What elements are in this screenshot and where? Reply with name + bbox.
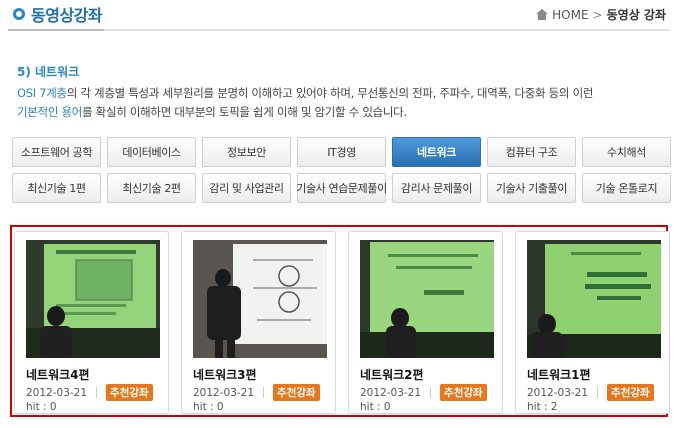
breadcrumb-separator: > <box>592 7 603 22</box>
tab-latest-tech-2[interactable]: 최신기술 2편 <box>107 173 196 203</box>
tab-tech-ontology[interactable]: 기술 온톨로지 <box>582 173 671 203</box>
breadcrumb: HOME > 동영상 강좌 <box>536 6 666 23</box>
lecture-date: 2012-03-21 <box>193 386 255 399</box>
lecture-card[interactable]: 네트워크3편 2012-03-21 추천강좌 hit : 0 <box>181 231 336 414</box>
tab-row-1: 소프트웨어 공학 데이터베이스 정보보안 IT경영 네트워크 컴퓨터 구조 수치… <box>12 137 674 167</box>
lecture-hit-count: hit : 2 <box>527 401 558 413</box>
lecture-date: 2012-03-21 <box>527 386 589 399</box>
lecture-card[interactable]: 네트워크1편 2012-03-21 추천강좌 hit : 2 <box>515 231 670 414</box>
tab-auditor-problems[interactable]: 감리사 문제풀이 <box>392 173 481 203</box>
page-header: 동영상강좌 HOME > 동영상 강좌 <box>0 0 678 31</box>
recommended-badge: 추천강좌 <box>607 384 654 401</box>
intro-highlight-terms: 기본적인 용어 <box>17 105 83 119</box>
lecture-date: 2012-03-21 <box>360 386 422 399</box>
category-intro: 5) 네트워크 OSI 7계층의 각 계층별 특성과 세부원리를 분명히 이해하… <box>17 63 672 122</box>
breadcrumb-current: 동영상 강좌 <box>606 8 666 22</box>
recommended-badge: 추천강좌 <box>106 384 153 401</box>
home-icon[interactable] <box>536 9 549 20</box>
recommended-badge: 추천강좌 <box>440 384 487 401</box>
tab-numerical-analysis[interactable]: 수치해석 <box>582 137 671 167</box>
lecture-meta: 2012-03-21 추천강좌 <box>26 384 153 401</box>
meta-divider <box>263 387 265 398</box>
lecture-title[interactable]: 네트워크4편 <box>26 366 90 383</box>
lecture-date: 2012-03-21 <box>26 386 88 399</box>
lecture-meta: 2012-03-21 추천강좌 <box>360 384 487 401</box>
tab-pe-practice-problems[interactable]: 기술사 연습문제풀이 <box>296 173 387 203</box>
lecture-hit-count: hit : 0 <box>26 401 57 413</box>
recommended-badge: 추천강좌 <box>273 384 320 401</box>
lecture-thumbnail[interactable] <box>527 240 661 358</box>
tab-audit-project-management[interactable]: 감리 및 사업관리 <box>202 173 291 203</box>
page-title: 동영상강좌 <box>31 6 103 25</box>
lecture-meta: 2012-03-21 추천강좌 <box>527 384 654 401</box>
lecture-title[interactable]: 네트워크3편 <box>193 366 257 383</box>
intro-text-part2: 를 확실히 이해하면 대부분의 토픽을 쉽게 이해 및 암기할 수 있습니다. <box>82 105 407 119</box>
tab-security[interactable]: 정보보안 <box>202 137 291 167</box>
lecture-thumbnail[interactable] <box>193 240 327 358</box>
meta-divider <box>96 387 98 398</box>
tab-software-engineering[interactable]: 소프트웨어 공학 <box>12 137 101 167</box>
lecture-thumbnail[interactable] <box>360 240 494 358</box>
meta-divider <box>430 387 432 398</box>
lecture-title[interactable]: 네트워크1편 <box>527 366 591 383</box>
tab-database[interactable]: 데이터베이스 <box>107 137 196 167</box>
intro-text-part1: 의 각 계층별 특성과 세부원리를 분명히 이해하고 있어야 하며, 무선통신의… <box>66 86 594 100</box>
intro-highlight-osi: OSI 7계층 <box>17 86 67 100</box>
lecture-card[interactable]: 네트워크2편 2012-03-21 추천강좌 hit : 0 <box>348 231 503 414</box>
tab-network[interactable]: 네트워크 <box>392 137 481 167</box>
lecture-thumbnail[interactable] <box>26 240 160 358</box>
tab-computer-architecture[interactable]: 컴퓨터 구조 <box>487 137 576 167</box>
lecture-meta: 2012-03-21 추천강좌 <box>193 384 320 401</box>
category-tabs: 소프트웨어 공학 데이터베이스 정보보안 IT경영 네트워크 컴퓨터 구조 수치… <box>12 137 674 209</box>
lecture-title[interactable]: 네트워크2편 <box>360 366 424 383</box>
lecture-hit-count: hit : 0 <box>360 401 391 413</box>
intro-heading: 5) 네트워크 <box>17 65 80 79</box>
tab-pe-past-exams[interactable]: 기술사 기출풀이 <box>487 173 576 203</box>
meta-divider <box>597 387 599 398</box>
header-divider <box>8 29 670 31</box>
tab-row-2: 최신기술 1편 최신기술 2편 감리 및 사업관리 기술사 연습문제풀이 감리사… <box>12 173 674 203</box>
tab-it-management[interactable]: IT경영 <box>297 137 386 167</box>
lecture-card[interactable]: 네트워크4편 2012-03-21 추천강좌 hit : 0 <box>14 231 169 414</box>
breadcrumb-home[interactable]: HOME <box>552 8 588 22</box>
lecture-list: 네트워크4편 2012-03-21 추천강좌 hit : 0 네트워크3편 20… <box>10 225 670 417</box>
title-bullet-icon <box>13 8 25 20</box>
intro-description: OSI 7계층의 각 계층별 특성과 세부원리를 분명히 이해하고 있어야 하며… <box>17 84 672 122</box>
lecture-hit-count: hit : 0 <box>193 401 224 413</box>
tab-latest-tech-1[interactable]: 최신기술 1편 <box>12 173 101 203</box>
